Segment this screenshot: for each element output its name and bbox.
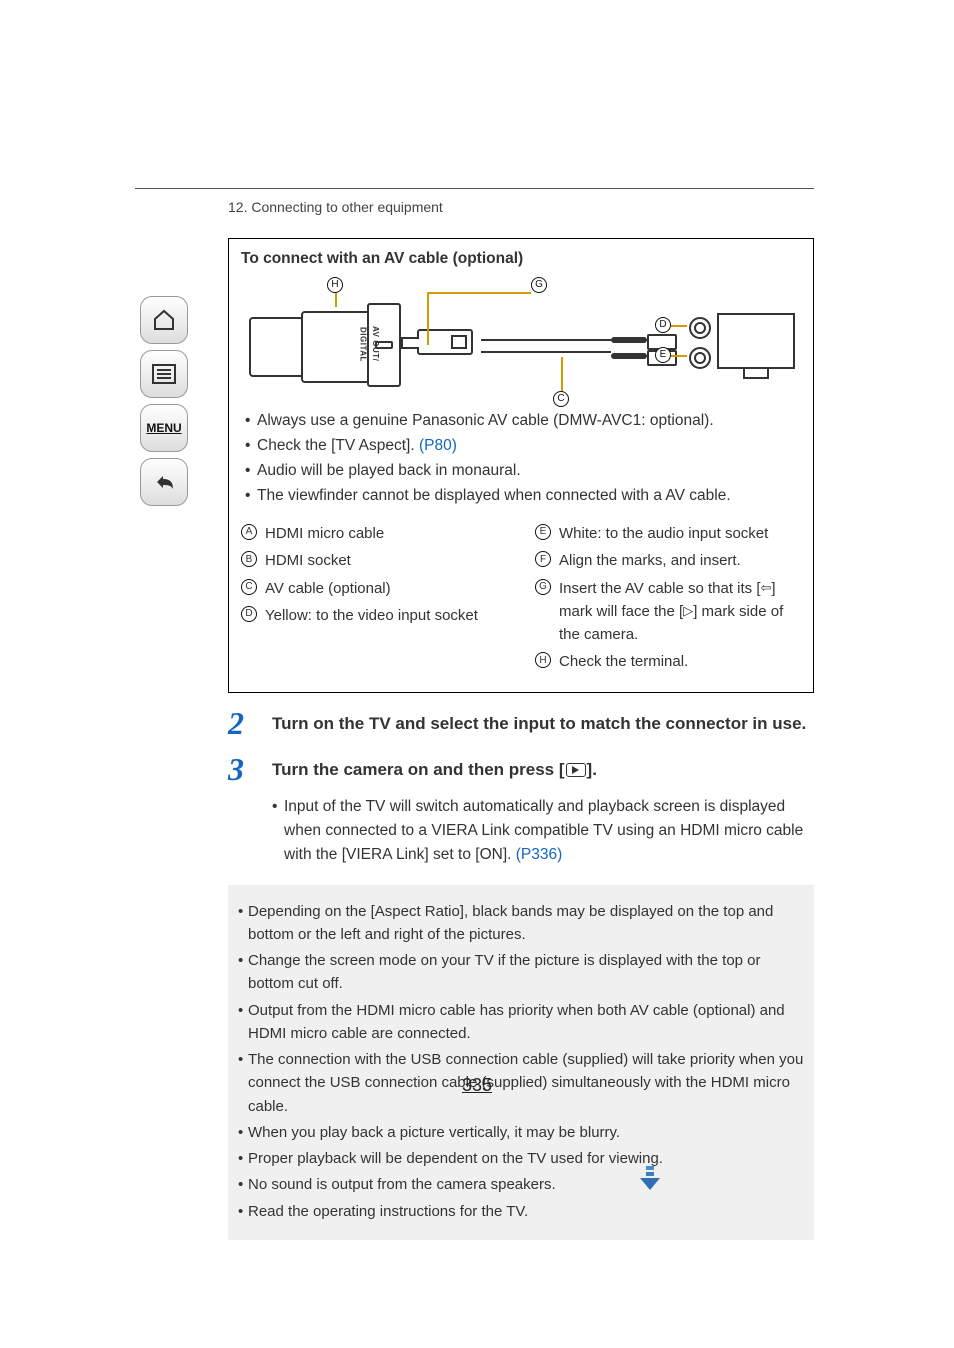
port-label: AV OUT/ DIGITAL [369, 309, 381, 379]
callout-d: D [655, 317, 671, 333]
menu-label: MENU [146, 419, 181, 438]
link-p336[interactable]: (P336) [516, 846, 563, 863]
bullet-item: The viewfinder cannot be displayed when … [245, 484, 801, 508]
legend-b: HDMI socket [265, 549, 507, 572]
sub-bullet-item: Input of the TV will switch automaticall… [272, 795, 814, 867]
callout-g: G [531, 277, 547, 293]
tv-illustration [689, 313, 795, 385]
playback-icon [566, 763, 586, 777]
av-connector-illustration [417, 329, 473, 355]
step-number: 2 [228, 707, 272, 739]
legend-f: Align the marks, and insert. [559, 549, 801, 572]
card-bullets: Always use a genuine Panasonic AV cable … [241, 409, 801, 508]
card-title: To connect with an AV cable (optional) [241, 247, 801, 271]
home-icon [152, 308, 176, 332]
step-title: Turn on the TV and select the input to m… [272, 711, 806, 737]
top-horizontal-rule [135, 188, 814, 189]
chapter-number: 12. [228, 199, 247, 215]
link-p80[interactable]: (P80) [419, 437, 457, 454]
arrow-right-icon: ▷ [683, 601, 693, 621]
legend: AHDMI micro cable BHDMI socket CAV cable… [241, 518, 801, 678]
nav-contents-button[interactable] [140, 350, 188, 398]
step-2: 2 Turn on the TV and select the input to… [228, 707, 814, 739]
legend-c: AV cable (optional) [265, 577, 507, 600]
contents-icon [152, 364, 176, 384]
bullet-item: Audio will be played back in monaural. [245, 459, 801, 483]
note-item: Change the screen mode on your TV if the… [238, 949, 804, 996]
note-item: When you play back a picture vertically,… [238, 1121, 804, 1144]
callout-h: H [327, 277, 343, 293]
notes-box: Depending on the [Aspect Ratio], black b… [228, 885, 814, 1240]
nav-menu-button[interactable]: MENU [140, 404, 188, 452]
note-item: Output from the HDMI micro cable has pri… [238, 999, 804, 1046]
legend-h: Check the terminal. [559, 650, 801, 673]
legend-g: Insert the AV cable so that its [⇦] mark… [559, 577, 801, 647]
step-title: Turn the camera on and then press []. [272, 757, 597, 783]
camera-illustration: AV OUT/ DIGITAL [251, 305, 401, 393]
connection-diagram: AV OUT/ DIGITAL H G C [241, 277, 801, 407]
note-item: No sound is output from the camera speak… [238, 1173, 804, 1196]
bullet-item: Always use a genuine Panasonic AV cable … [245, 409, 801, 433]
step-3-sub: Input of the TV will switch automaticall… [272, 795, 814, 867]
note-item: Read the operating instructions for the … [238, 1200, 804, 1223]
back-arrow-icon [151, 471, 177, 493]
legend-e: White: to the audio input socket [559, 522, 801, 545]
sidebar: MENU [140, 296, 194, 506]
nav-back-button[interactable] [140, 458, 188, 506]
note-item: Depending on the [Aspect Ratio], black b… [238, 900, 804, 947]
chapter-title: Connecting to other equipment [251, 199, 442, 215]
legend-a: HDMI micro cable [265, 522, 507, 545]
legend-d: Yellow: to the video input socket [265, 604, 507, 627]
av-cable-card: To connect with an AV cable (optional) A… [228, 238, 814, 693]
bullet-item: Check the [TV Aspect]. (P80) [245, 434, 801, 458]
callout-e: E [655, 347, 671, 363]
callout-c: C [553, 391, 569, 407]
continue-down-icon [636, 1164, 664, 1192]
arrow-left-icon: ⇦ [761, 578, 772, 598]
step-number: 3 [228, 753, 272, 785]
step-3: 3 Turn the camera on and then press []. [228, 753, 814, 785]
nav-home-button[interactable] [140, 296, 188, 344]
page-number[interactable]: 335 [0, 1072, 954, 1100]
breadcrumb: 12. Connecting to other equipment [228, 197, 443, 219]
note-item: Proper playback will be dependent on the… [238, 1147, 804, 1170]
